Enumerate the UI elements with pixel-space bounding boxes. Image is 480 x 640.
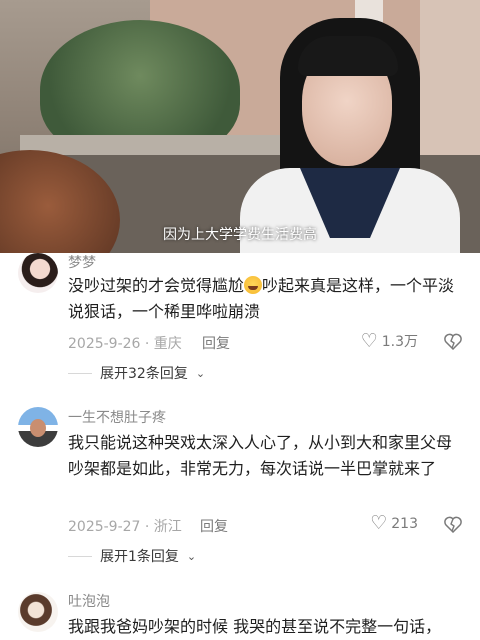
expand-replies-button[interactable]: 展开32条回复 ⌄	[68, 363, 205, 383]
avatar[interactable]	[18, 407, 58, 447]
avatar[interactable]	[18, 253, 58, 293]
like-button[interactable]: ♡ 1.3万	[361, 331, 418, 351]
divider-line	[68, 372, 92, 374]
comment-username[interactable]: 吐泡泡	[68, 591, 110, 611]
chevron-down-icon: ⌄	[186, 549, 197, 563]
like-count: 1.3万	[381, 334, 418, 350]
heart-icon: ♡	[370, 512, 388, 534]
comment-date-location: 2025-9-27 · 浙江	[68, 519, 182, 535]
comment-text-part: 没吵过架的才会觉得尴尬	[68, 276, 245, 295]
like-count: 213	[391, 515, 418, 532]
girl-in-uniform	[240, 18, 460, 253]
video-subtitle: 因为上大学学费生活费高	[163, 227, 317, 243]
comment-text: 没吵过架的才会觉得尴尬 吵起来真是这样，一个平淡说狠话，一个稀里哗啦崩溃	[68, 273, 466, 325]
expand-replies-label: 展开32条回复	[100, 366, 188, 382]
expand-replies-label: 展开1条回复	[100, 549, 179, 565]
dislike-broken-heart-icon[interactable]	[444, 333, 462, 350]
dislike-broken-heart-icon[interactable]	[444, 516, 462, 533]
comment-username[interactable]: 梦梦	[68, 252, 96, 272]
comment-username[interactable]: 一生不想肚子疼	[68, 407, 166, 427]
crying-laughing-emoji-icon	[244, 276, 263, 294]
comment-text: 我跟我爸妈吵架的时候 我哭的甚至说不完整一句话，	[68, 617, 442, 636]
heart-icon: ♡	[360, 329, 378, 352]
reply-button[interactable]: 回复	[202, 333, 230, 353]
comment-item: 一生不想肚子疼 我只能说这种哭戏太深入人心了，从小到大和家里父母吵架都是如此，非…	[0, 405, 480, 575]
reply-button[interactable]: 回复	[200, 516, 228, 536]
video-frame[interactable]: 因为上大学学费生活费高	[0, 0, 480, 253]
divider-line	[68, 555, 92, 557]
chevron-down-icon: ⌄	[195, 366, 206, 380]
like-button[interactable]: ♡ 213	[370, 514, 418, 533]
comment-text: 我只能说这种哭戏太深入人心了，从小到大和家里父母吵架都是如此，非常无力，每次话说…	[68, 433, 453, 478]
comment-item: 吐泡泡 我跟我爸妈吵架的时候 我哭的甚至说不完整一句话，	[0, 590, 480, 640]
bangs	[298, 36, 398, 76]
avatar[interactable]	[18, 592, 58, 632]
comment-date-location: 2025-9-26 · 重庆	[68, 336, 182, 352]
expand-replies-button[interactable]: 展开1条回复 ⌄	[68, 546, 196, 566]
comment-item: 梦梦 没吵过架的才会觉得尴尬 吵起来真是这样，一个平淡说狠话，一个稀里哗啦崩溃 2…	[0, 253, 480, 398]
